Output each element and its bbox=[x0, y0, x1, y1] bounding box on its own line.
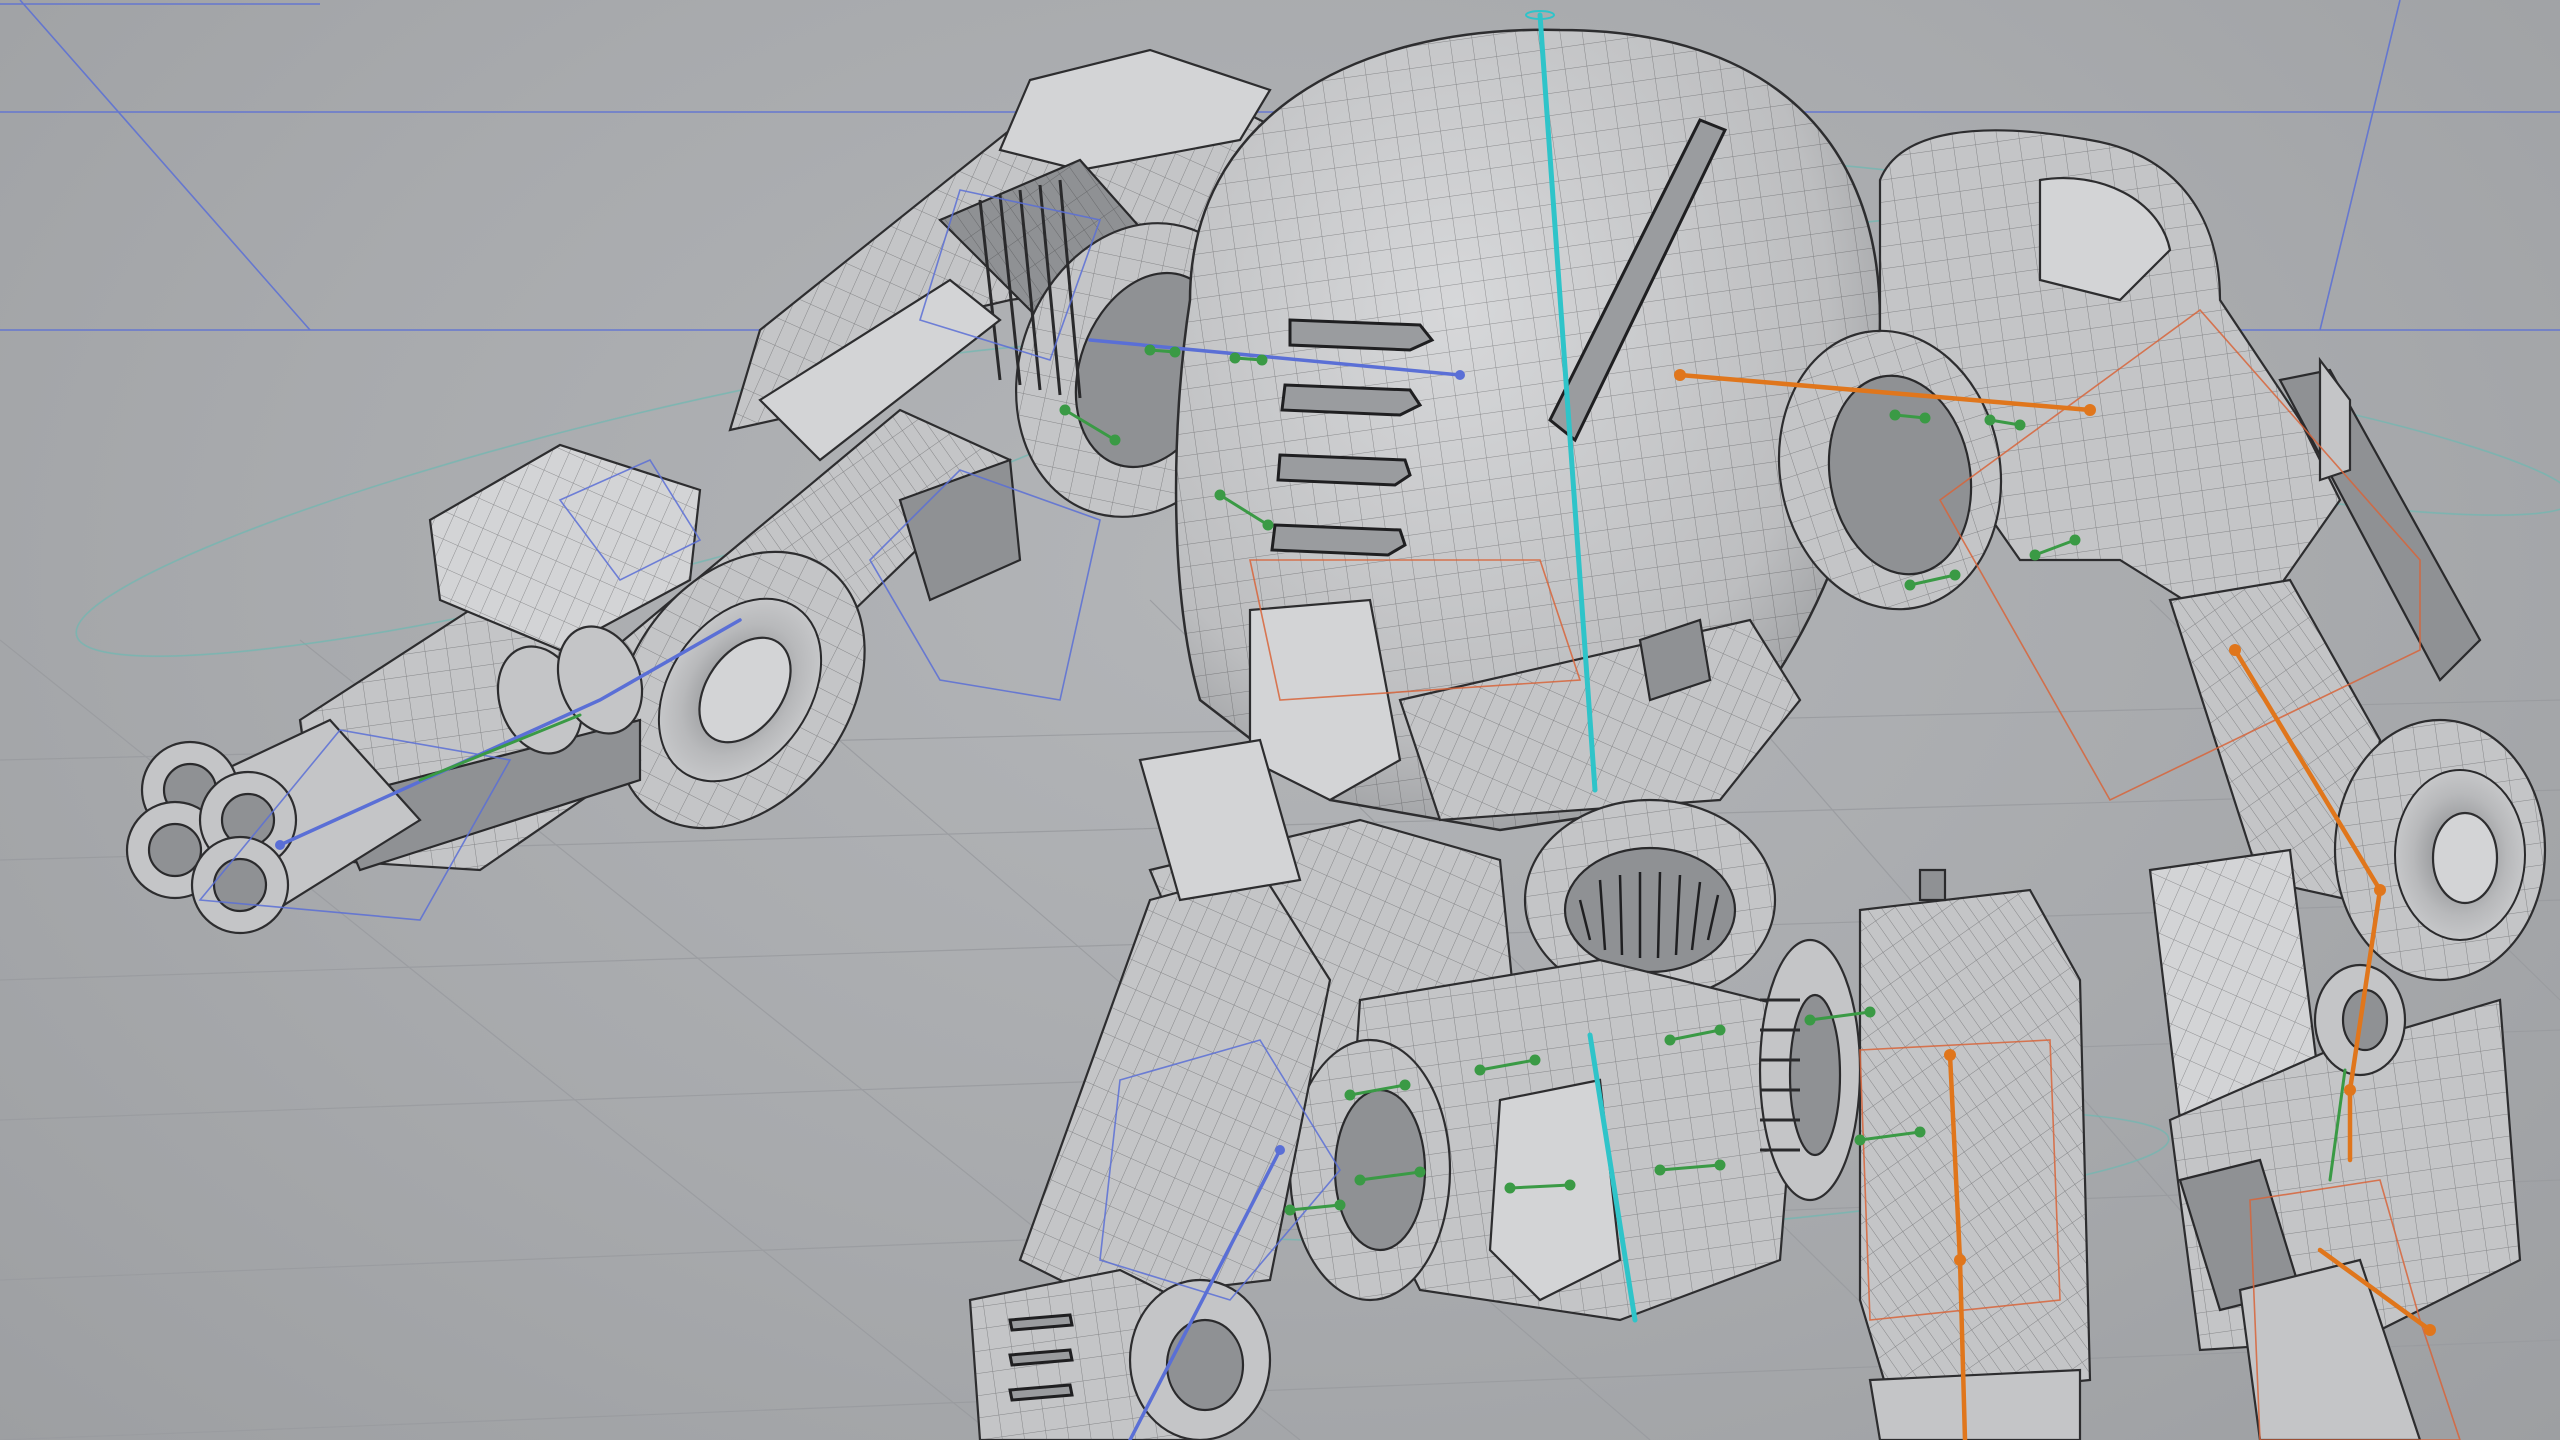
3d-viewport[interactable] bbox=[0, 0, 2560, 1440]
right-leg[interactable] bbox=[1758, 868, 2092, 1440]
robot-head[interactable] bbox=[1174, 28, 1882, 832]
right-forearm[interactable] bbox=[2148, 578, 2547, 1440]
left-leg[interactable] bbox=[968, 738, 1332, 1440]
viewport-canvas[interactable] bbox=[0, 0, 2560, 1440]
